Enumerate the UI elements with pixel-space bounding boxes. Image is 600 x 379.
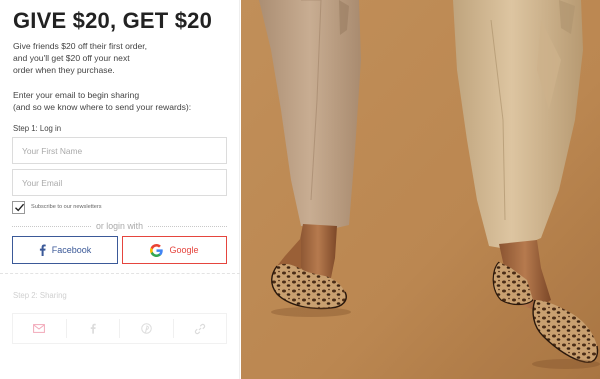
intro-line: and you'll get $20 off your next — [13, 53, 130, 63]
email-prompt: Enter your email to begin sharing (and s… — [13, 89, 233, 113]
model-legs-leopard-flats-image — [241, 0, 600, 379]
facebook-login-button[interactable]: Facebook — [12, 236, 118, 264]
hero-photo — [241, 0, 600, 379]
share-pinterest-button[interactable] — [119, 319, 173, 338]
share-email-button[interactable] — [13, 319, 66, 338]
divider-text: or login with — [96, 221, 143, 231]
step1-label: Step 1: Log in — [13, 124, 62, 133]
referral-panel: GIVE $20, GET $20 Give friends $20 off t… — [0, 0, 240, 379]
facebook-label: Facebook — [51, 245, 92, 255]
link-icon — [194, 323, 205, 334]
prompt-line: Enter your email to begin sharing — [13, 90, 140, 100]
google-icon — [150, 243, 164, 257]
section-divider — [0, 273, 240, 274]
intro-text: Give friends $20 off their first order, … — [13, 40, 223, 76]
share-facebook-button[interactable] — [65, 319, 120, 338]
google-label: Google — [169, 245, 199, 255]
facebook-icon — [39, 244, 46, 256]
divider-line — [147, 225, 228, 227]
newsletter-label: Subscribe to our newsletters — [31, 204, 102, 210]
share-link-button[interactable] — [172, 319, 227, 338]
divider-line — [12, 225, 92, 227]
email-input[interactable] — [12, 169, 227, 196]
intro-line: order when they purchase. — [13, 65, 115, 75]
facebook-icon — [90, 323, 96, 334]
intro-line: Give friends $20 off their first order, — [13, 41, 148, 51]
page-title: GIVE $20, GET $20 — [13, 8, 213, 33]
email-icon — [33, 324, 46, 333]
first-name-input[interactable] — [12, 137, 227, 164]
prompt-line: (and so we know where to send your rewar… — [13, 102, 192, 112]
pinterest-icon — [140, 323, 152, 334]
checkmark-icon — [15, 203, 25, 211]
newsletter-checkbox[interactable] — [12, 200, 25, 214]
step2-label: Step 2: Sharing — [13, 291, 67, 300]
newsletter-option[interactable]: Subscribe to our newsletters — [12, 200, 102, 214]
google-login-button[interactable]: Google — [122, 236, 227, 264]
login-divider: or login with — [12, 220, 228, 232]
share-options — [12, 313, 227, 344]
